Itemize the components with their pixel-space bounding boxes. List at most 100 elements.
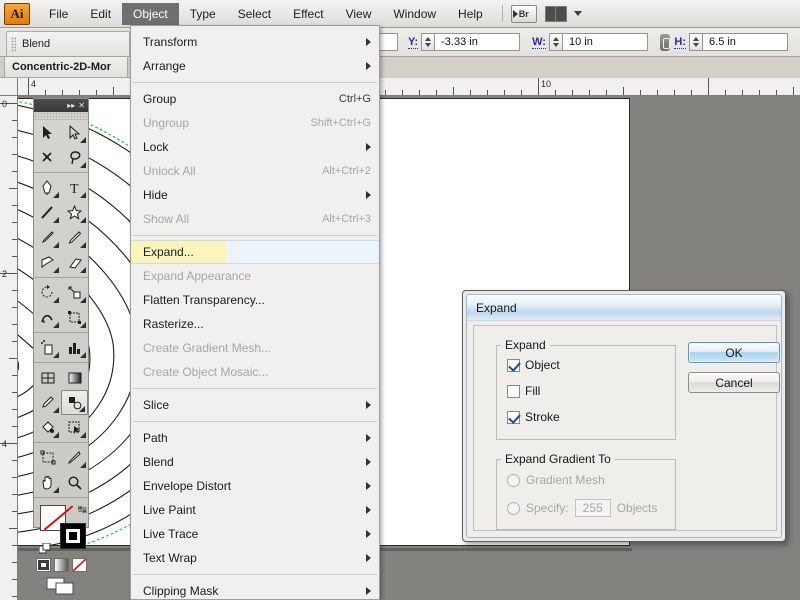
menu-item-slice[interactable]: Slice (131, 393, 379, 417)
rotate-tool[interactable] (34, 280, 61, 305)
tools-panel-header[interactable]: ▸▸ ✕ (34, 99, 88, 112)
blend-tool[interactable] (61, 390, 88, 415)
menu-separator (133, 574, 377, 575)
vertical-ruler[interactable]: 0246 (0, 96, 18, 600)
menu-bar[interactable]: Ai File Edit Object Type Select Effect View Win… (0, 0, 800, 28)
selection-tool[interactable] (34, 120, 61, 145)
default-fill-stroke-icon[interactable] (38, 542, 51, 555)
menu-item-hide[interactable]: Hide (131, 183, 379, 207)
none-mode-icon[interactable] (71, 558, 87, 572)
checkbox-row-stroke[interactable]: Stroke (497, 404, 675, 430)
menu-item-envelope-distort[interactable]: Envelope Distort (131, 474, 379, 498)
pen-tool[interactable] (34, 175, 61, 200)
w-field[interactable]: W: 10 in (532, 33, 648, 51)
hand-tool[interactable] (34, 470, 61, 495)
zoom-tool[interactable] (61, 470, 88, 495)
menu-item-flatten-transparency[interactable]: Flatten Transparency... (131, 288, 379, 312)
live-paint-selection-tool[interactable] (61, 415, 88, 440)
screen-mode-button[interactable] (34, 575, 88, 595)
eraser-tool[interactable] (61, 250, 88, 275)
y-field-input[interactable]: -3.33 in (434, 33, 521, 51)
menu-type[interactable]: Type (179, 3, 227, 25)
type-tool[interactable]: T (61, 175, 88, 200)
tools-grid[interactable]: T (34, 120, 88, 500)
cancel-button[interactable]: Cancel (688, 372, 780, 393)
app-logo-icon[interactable]: Ai (4, 2, 30, 25)
menu-item-rasterize[interactable]: Rasterize... (131, 312, 379, 336)
menu-item-transform[interactable]: Transform (131, 30, 379, 54)
expand-dialog[interactable]: Expand Expand Object Fill Stroke Expand … (462, 290, 786, 542)
slice-tool[interactable] (61, 445, 88, 470)
fill-stroke-controls[interactable]: ↹ (38, 503, 88, 555)
eyedropper-tool[interactable] (34, 390, 61, 415)
gradient-tool[interactable] (61, 365, 88, 390)
w-field-stepper[interactable] (548, 33, 562, 51)
scale-tool[interactable] (61, 280, 88, 305)
go-to-bridge-icon[interactable]: Br (510, 4, 537, 23)
fill-checkbox[interactable] (507, 384, 520, 398)
menu-help[interactable]: Help (447, 3, 494, 25)
pencil-tool[interactable] (61, 225, 88, 250)
menu-select[interactable]: Select (227, 3, 282, 25)
checkbox-row-fill[interactable]: Fill (497, 378, 675, 404)
live-paint-bucket-tool[interactable] (34, 415, 61, 440)
ruler-origin-corner[interactable] (0, 78, 18, 96)
h-field-input[interactable]: 6.5 in (702, 33, 789, 51)
object-menu-dropdown[interactable]: Transform Arrange Group Ctrl+G Ungroup Shift+… (130, 25, 380, 600)
checkbox-row-object[interactable]: Object (497, 352, 675, 378)
document-tab[interactable]: Concentric-2D-Mor (4, 57, 128, 78)
warp-tool[interactable] (34, 305, 61, 330)
gradient-mode-icon[interactable] (53, 558, 69, 572)
y-field[interactable]: Y: -3.33 in (407, 33, 521, 51)
blob-brush-tool[interactable] (34, 250, 61, 275)
double-chevron-right-icon[interactable]: ▸▸ (67, 101, 75, 110)
menu-view[interactable]: View (335, 3, 383, 25)
h-field[interactable]: H: 6.5 in (674, 33, 789, 51)
star-shape-tool[interactable] (61, 200, 88, 225)
object-checkbox[interactable] (507, 358, 520, 372)
menu-effect[interactable]: Effect (282, 3, 334, 25)
direct-selection-tool[interactable] (61, 120, 88, 145)
h-field-stepper[interactable] (689, 33, 703, 51)
stroke-color-swatch[interactable] (60, 523, 86, 549)
specify-objects-input: 255 (574, 499, 611, 517)
menu-item-blend[interactable]: Blend (131, 450, 379, 474)
menu-item-expand[interactable]: Expand... (131, 240, 379, 264)
paintbrush-tool[interactable] (34, 225, 61, 250)
drag-grip-icon[interactable] (11, 36, 16, 52)
menu-item-arrange[interactable]: Arrange (131, 54, 379, 78)
arrange-documents-button[interactable] (544, 5, 582, 22)
menu-item-group[interactable]: Group Ctrl+G (131, 87, 379, 111)
menu-item-path[interactable]: Path (131, 426, 379, 450)
symbol-sprayer-tool[interactable] (34, 335, 61, 360)
menu-item-live-trace[interactable]: Live Trace (131, 522, 379, 546)
menu-item-text-wrap[interactable]: Text Wrap (131, 546, 379, 570)
tools-panel-grip[interactable] (34, 112, 88, 120)
w-field-input[interactable]: 10 in (561, 33, 648, 51)
link-chain-icon[interactable] (659, 33, 671, 51)
ok-button[interactable]: OK (688, 342, 780, 363)
swap-fill-stroke-icon[interactable]: ↹ (78, 503, 87, 516)
menu-object[interactable]: Object (122, 2, 179, 25)
menu-item-live-paint[interactable]: Live Paint (131, 498, 379, 522)
column-graph-tool[interactable] (61, 335, 88, 360)
menu-file[interactable]: File (38, 3, 79, 25)
lasso-tool[interactable] (61, 145, 88, 170)
panel-tab-blend[interactable]: Blend (6, 31, 130, 56)
dialog-title-bar[interactable]: Expand (467, 295, 781, 321)
color-mode-icon[interactable] (35, 558, 51, 572)
close-icon[interactable]: ✕ (78, 101, 85, 110)
artboard-tool[interactable] (34, 445, 61, 470)
line-segment-tool[interactable] (34, 200, 61, 225)
y-field-stepper[interactable] (421, 33, 435, 51)
menu-item-lock[interactable]: Lock (131, 135, 379, 159)
magic-wand-tool[interactable] (34, 145, 61, 170)
menu-item-clipping-mask[interactable]: Clipping Mask (131, 579, 379, 600)
menu-edit[interactable]: Edit (79, 3, 122, 25)
mesh-tool[interactable] (34, 365, 61, 390)
free-transform-tool[interactable] (61, 305, 88, 330)
tools-panel[interactable]: ▸▸ ✕ T ↹ (33, 98, 89, 595)
menu-window[interactable]: Window (382, 3, 447, 25)
paint-mode-buttons[interactable] (34, 555, 88, 575)
stroke-checkbox[interactable] (507, 410, 520, 424)
